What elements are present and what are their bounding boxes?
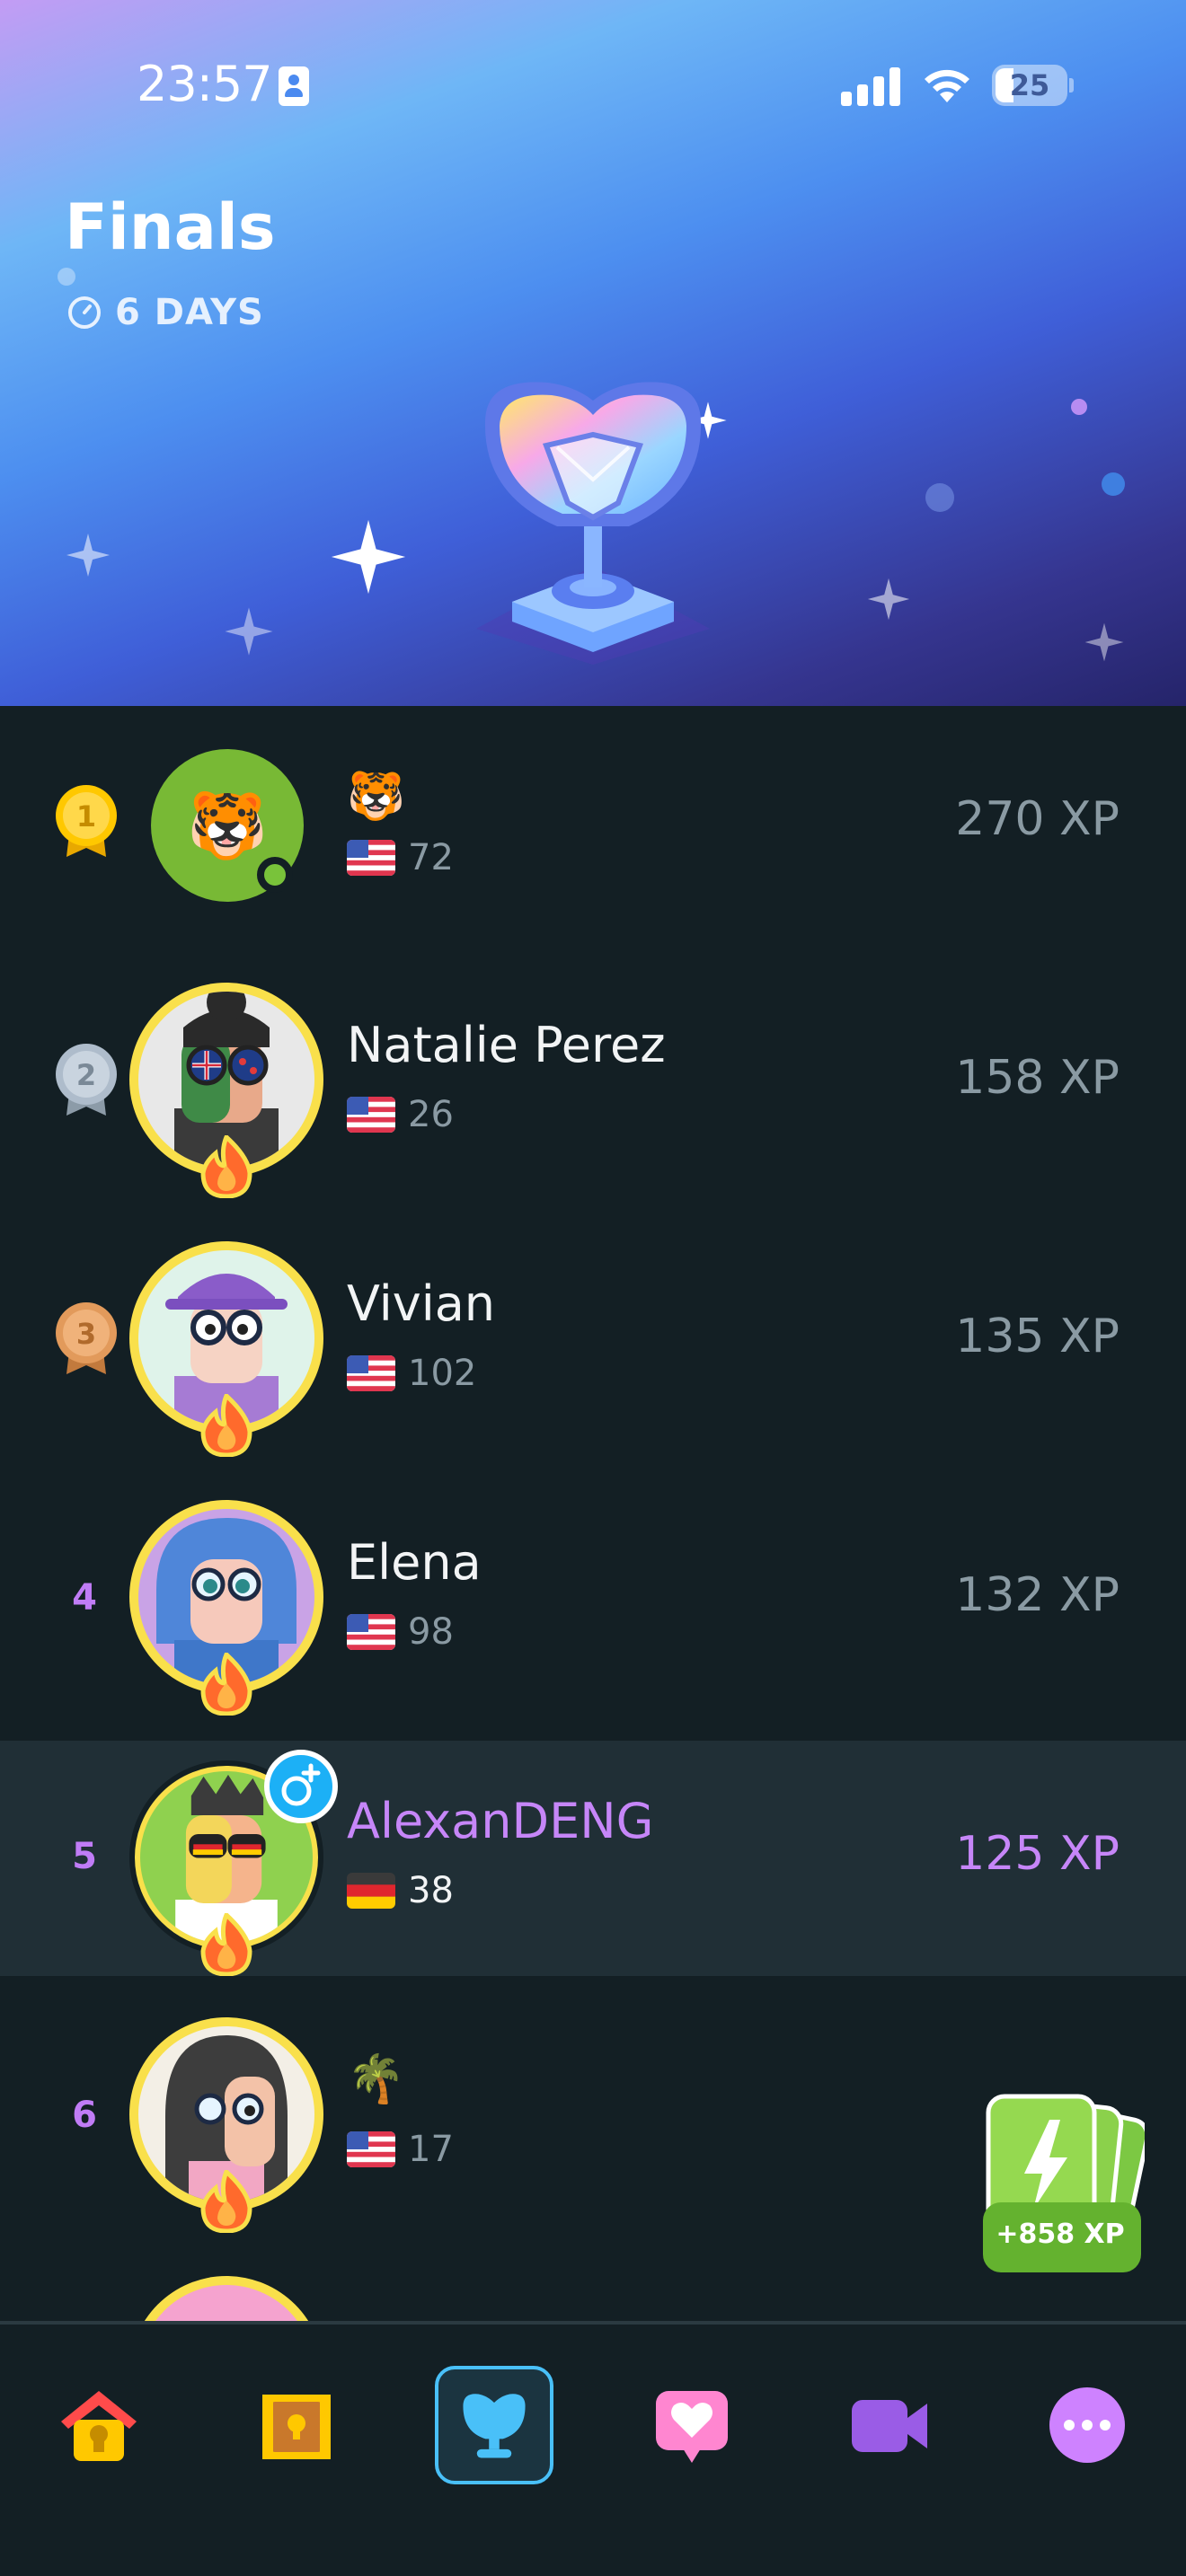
tab-video-call[interactable]	[830, 2366, 949, 2484]
player-xp: 270 XP	[955, 792, 1120, 846]
player-meta: 102	[347, 1353, 476, 1394]
player-avatar[interactable]	[129, 2276, 323, 2323]
bottom-tab-bar	[0, 2321, 1186, 2576]
player-name: Elena	[347, 1534, 482, 1591]
rank-number: 5	[72, 1836, 97, 1877]
time-remaining-label: 6 DAYS	[115, 292, 264, 333]
svg-text:2: 2	[76, 1058, 96, 1092]
decor-dot	[1102, 472, 1125, 496]
streak-flame-icon	[200, 1394, 252, 1457]
silver-medal-icon: 2	[56, 1044, 117, 1116]
video-camera-icon	[852, 2400, 927, 2452]
online-status-dot	[257, 857, 293, 893]
player-name: Vivian	[347, 1275, 496, 1332]
tab-learn[interactable]	[40, 2366, 158, 2484]
home-icon	[61, 2391, 137, 2461]
sparkle-icon	[66, 534, 110, 577]
gold-medal-icon: 1	[56, 785, 117, 857]
player-avatar[interactable]	[129, 1750, 338, 1976]
de-flag-icon	[347, 1873, 395, 1909]
player-avatar[interactable]: 🐯	[151, 749, 304, 902]
player-meta: 72	[347, 837, 454, 878]
player-name: 🌴	[347, 2052, 405, 2106]
player-name: Natalie Perez	[347, 1017, 666, 1073]
xp-boost-card[interactable]: +858 XP	[979, 2089, 1150, 2278]
leaderboard-row-current-user[interactable]: 5 AlexanDENG 38 125 XP	[0, 1741, 1186, 1976]
battery-level: 25	[1009, 68, 1050, 102]
bronze-medal-icon: 3	[56, 1302, 117, 1374]
xp-boost-label: +858 XP	[996, 2219, 1125, 2250]
streak-flame-icon	[200, 1913, 252, 1976]
us-flag-icon	[347, 2131, 395, 2167]
league-title: Finals	[65, 190, 276, 264]
player-avatar[interactable]	[129, 1500, 323, 1716]
trophy-icon	[463, 2394, 526, 2458]
sparkle-icon	[1084, 622, 1124, 662]
player-name: 🐯	[347, 770, 405, 824]
decor-dot	[58, 268, 75, 286]
heart-message-icon	[656, 2391, 728, 2463]
contact-card-icon	[279, 66, 309, 106]
league-header: 23:57 25 Finals 6 DAYS	[0, 0, 1186, 706]
player-name: AlexanDENG	[347, 1793, 654, 1849]
leaderboard-row[interactable]: 2 Natalie Perez 26 158 XP	[0, 965, 1186, 1200]
player-level: 17	[408, 2129, 454, 2170]
player-avatar[interactable]	[129, 983, 323, 1198]
us-flag-icon	[347, 1355, 395, 1391]
status-bar: 23:57 25	[0, 54, 1186, 117]
player-level: 102	[408, 1353, 477, 1394]
player-xp: 135 XP	[955, 1310, 1120, 1363]
sparkle-icon	[331, 519, 406, 595]
sparkle-icon	[225, 607, 273, 656]
rank-number: 6	[72, 2095, 97, 2136]
decor-dot	[1071, 399, 1087, 415]
diamond-trophy-icon	[476, 382, 710, 665]
leaderboard-row[interactable]: 4 Elena 98 132 XP	[0, 1482, 1186, 1717]
treasure-chest-icon	[262, 2395, 331, 2459]
player-avatar[interactable]	[129, 2017, 323, 2233]
player-level: 38	[408, 1870, 454, 1911]
decor-dot	[925, 483, 954, 512]
player-meta: 38	[347, 1870, 454, 1911]
leaderboard-row[interactable]: 3 Vivian 102 135 XP	[0, 1223, 1186, 1459]
cellular-signal-icon	[841, 66, 902, 106]
player-level: 72	[408, 837, 454, 878]
player-meta: 98	[347, 1611, 454, 1653]
battery-icon: 25	[992, 65, 1074, 106]
player-avatar[interactable]	[129, 1241, 323, 1457]
player-xp: 158 XP	[955, 1051, 1120, 1105]
player-xp: 125 XP	[955, 1827, 1120, 1881]
player-level: 26	[408, 1094, 454, 1135]
tab-quests[interactable]	[237, 2366, 356, 2484]
time-remaining: 6 DAYS	[66, 292, 264, 333]
us-flag-icon	[347, 1614, 395, 1650]
tab-more[interactable]	[1028, 2366, 1146, 2484]
rank-number: 4	[72, 1577, 97, 1619]
clock-icon	[68, 296, 101, 329]
wifi-icon	[925, 69, 969, 102]
tab-friends[interactable]	[633, 2366, 751, 2484]
us-flag-icon	[347, 1097, 395, 1133]
player-level: 98	[408, 1611, 454, 1653]
leaderboard-list: 1 🐯 🐯 72 270 XP 2 Natalie Perez 26 158 X…	[0, 706, 1186, 2323]
status-time: 23:57	[137, 56, 273, 112]
svg-text:3: 3	[76, 1317, 96, 1351]
sparkle-icon	[867, 578, 910, 621]
svg-text:1: 1	[76, 799, 96, 834]
streak-flame-icon	[200, 1135, 252, 1198]
more-icon	[1049, 2387, 1125, 2463]
tab-leaderboards[interactable]	[435, 2366, 553, 2484]
player-xp: 132 XP	[955, 1568, 1120, 1622]
streak-flame-icon	[200, 2170, 252, 2233]
player-meta: 26	[347, 1094, 454, 1135]
us-flag-icon	[347, 840, 395, 876]
player-meta: 17	[347, 2129, 454, 2170]
streak-flame-icon	[200, 1653, 252, 1716]
leaderboard-row[interactable]: 1 🐯 🐯 72 270 XP	[0, 706, 1186, 941]
add-avatar-badge-icon[interactable]	[264, 1750, 338, 1823]
